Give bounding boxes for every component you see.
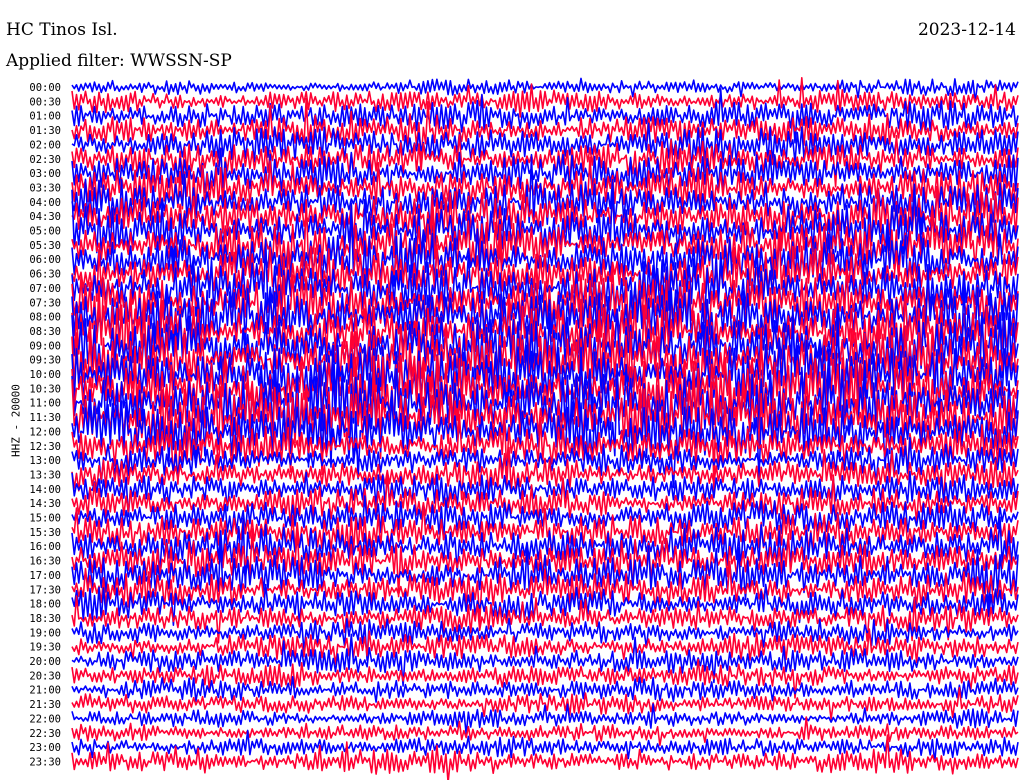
tick-label: 17:30 (29, 584, 61, 596)
tick-label: 09:00 (29, 340, 61, 352)
tick-label: 18:30 (29, 613, 61, 625)
tick-label: 08:00 (29, 312, 61, 324)
tick-label: 08:30 (29, 326, 61, 338)
tick-label: 02:30 (29, 154, 61, 166)
tick-label: 20:00 (29, 656, 61, 668)
tick-label: 10:30 (29, 383, 61, 395)
tick-label: 05:30 (29, 240, 61, 252)
tick-label: 13:30 (29, 469, 61, 481)
tick-label: 19:00 (29, 627, 61, 639)
tick-label: 06:00 (29, 254, 61, 266)
tick-label: 22:30 (29, 728, 61, 740)
tick-label: 23:30 (29, 756, 61, 768)
tick-label: 12:00 (29, 426, 61, 438)
seismogram-plot: 00:00 00:30 01:00 01:30 02:00 02:30 03:00 03:30… (29, 77, 1019, 780)
tick-label: 07:00 (29, 283, 61, 295)
tick-label: 17:00 (29, 570, 61, 582)
tick-label: 12:30 (29, 441, 61, 453)
tick-label: 15:30 (29, 527, 61, 539)
tick-label: 07:30 (29, 297, 61, 309)
tick-label: 14:30 (29, 498, 61, 510)
tick-label: 01:00 (29, 111, 61, 123)
tick-label: 16:30 (29, 556, 61, 568)
tick-label: 03:00 (29, 168, 61, 180)
tick-label: 20:30 (29, 670, 61, 682)
tick-label: 22:00 (29, 713, 61, 725)
tick-label: 11:30 (29, 412, 61, 424)
tick-label: 18:00 (29, 599, 61, 611)
tick-label: 04:00 (29, 197, 61, 209)
tick-label: 10:00 (29, 369, 61, 381)
tick-label: 02:00 (29, 139, 61, 151)
trace-line (71, 77, 1019, 103)
tick-label: 05:00 (29, 226, 61, 238)
tick-label: 11:00 (29, 398, 61, 410)
tick-label: 04:30 (29, 211, 61, 223)
tick-label: 00:00 (29, 82, 61, 94)
tick-label: 21:00 (29, 685, 61, 697)
tick-label: 06:30 (29, 269, 61, 281)
tick-label: 15:00 (29, 513, 61, 525)
tick-label: 21:30 (29, 699, 61, 711)
tick-label: 01:30 (29, 125, 61, 137)
time-tick-labels: 00:00 00:30 01:00 01:30 02:00 02:30 03:00 03:30… (29, 82, 61, 768)
tick-label: 13:00 (29, 455, 61, 467)
seismogram-traces (71, 77, 1019, 780)
tick-label: 03:30 (29, 182, 61, 194)
tick-label: 09:30 (29, 355, 61, 367)
tick-label: 19:30 (29, 642, 61, 654)
tick-label: 00:30 (29, 96, 61, 108)
tick-label: 23:00 (29, 742, 61, 754)
tick-label: 16:00 (29, 541, 61, 553)
tick-label: 14:00 (29, 484, 61, 496)
